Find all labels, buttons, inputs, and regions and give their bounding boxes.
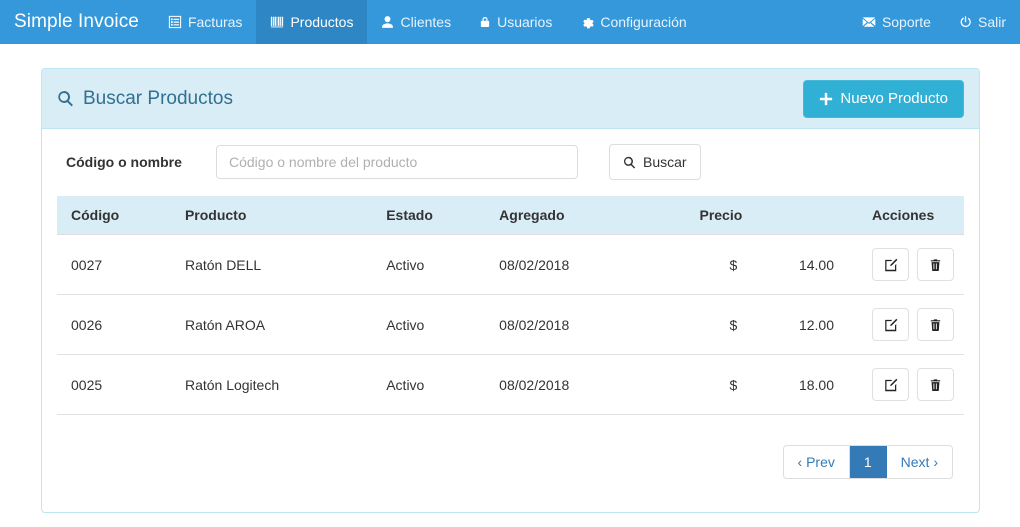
envelope-icon [862, 16, 876, 28]
price-value: 18.00 [798, 376, 834, 393]
nav-item-soporte[interactable]: Soporte [848, 0, 945, 44]
cell-agregado: 08/02/2018 [491, 294, 692, 355]
cell-estado: Activo [386, 256, 425, 273]
edit-button[interactable] [872, 248, 909, 281]
edit-button[interactable] [872, 368, 909, 401]
column-header-estado: Estado [378, 196, 492, 235]
nav-item-label: Soporte [881, 14, 931, 30]
nav-item-label: Configuración [600, 14, 687, 30]
cell-codigo: 0027 [71, 256, 103, 273]
trash-icon [929, 318, 942, 332]
list-alt-icon [168, 15, 182, 29]
pencil-square-icon [884, 318, 898, 332]
pagination-wrap: ‹ Prev 1 Next › [57, 415, 964, 479]
table-header: Código Producto Estado Agregado Precio A… [57, 196, 964, 235]
nav-item-label: Salir [977, 14, 1006, 30]
search-icon [57, 90, 74, 107]
delete-button[interactable] [917, 308, 954, 341]
cell-agregado: 08/02/2018 [491, 354, 692, 415]
nav-item-clientes[interactable]: Clientes [367, 0, 465, 44]
products-panel: Buscar Productos Nuevo Producto Código o… [41, 68, 980, 513]
trash-icon [929, 258, 942, 272]
page-container: Buscar Productos Nuevo Producto Código o… [0, 44, 1020, 527]
search-label: Código o nombre [66, 154, 182, 170]
search-button-wrap: Buscar [609, 144, 701, 180]
search-input[interactable] [216, 145, 578, 179]
cell-acciones [864, 294, 964, 355]
new-product-button[interactable]: Nuevo Producto [803, 79, 964, 118]
trash-icon [929, 378, 942, 392]
nav-item-usuarios[interactable]: Usuarios [465, 0, 566, 44]
cell-codigo: 0025 [57, 354, 177, 415]
panel-body: Código o nombre Buscar Código Pr [42, 129, 979, 494]
nav-item-label: Usuarios [497, 14, 553, 30]
nav-item-facturas[interactable]: Facturas [154, 0, 256, 44]
cell-agregado: 08/02/2018 [499, 256, 570, 273]
table-row: 0027 Ratón DELL Activo 08/02/2018 $ 14.0… [57, 235, 964, 295]
column-header-producto: Producto [176, 196, 379, 235]
cell-acciones [864, 235, 964, 295]
products-table: Código Producto Estado Agregado Precio A… [57, 196, 964, 415]
currency-symbol: $ [729, 316, 738, 333]
table-row: 0026 Ratón AROA Activo 08/02/2018 $ 12.0… [57, 294, 964, 355]
price-value: 14.00 [798, 256, 834, 273]
search-form: Código o nombre Buscar [57, 144, 964, 180]
primary-nav: Facturas Productos Clientes Usuarios Con [154, 0, 701, 44]
panel-heading: Buscar Productos Nuevo Producto [42, 69, 979, 129]
nav-item-label: Facturas [187, 14, 243, 30]
nav-item-configuracion[interactable]: Configuración [566, 0, 700, 44]
pencil-square-icon [884, 258, 898, 272]
table-row: 0025 Ratón Logitech Activo 08/02/2018 $ … [57, 354, 964, 415]
new-product-label: Nuevo Producto [840, 90, 948, 107]
user-icon [381, 15, 394, 29]
edit-button[interactable] [872, 308, 909, 341]
secondary-nav: Soporte Salir [848, 0, 1020, 44]
power-off-icon [959, 15, 972, 29]
top-navbar: Simple Invoice Facturas Productos Client… [0, 0, 1020, 44]
delete-button[interactable] [917, 368, 954, 401]
price-value: 12.00 [798, 316, 834, 333]
table-body: 0027 Ratón DELL Activo 08/02/2018 $ 14.0… [57, 235, 964, 415]
pagination: ‹ Prev 1 Next › [782, 445, 953, 479]
gear-icon [580, 15, 594, 29]
panel-title-text: Buscar Productos [83, 87, 233, 109]
column-header-agregado: Agregado [491, 196, 692, 235]
nav-item-label: Clientes [400, 14, 452, 30]
nav-item-label: Productos [290, 14, 354, 30]
search-button[interactable]: Buscar [609, 144, 701, 180]
plus-icon [819, 92, 833, 106]
table-header-row: Código Producto Estado Agregado Precio A… [57, 196, 964, 235]
column-header-precio: Precio [691, 196, 864, 235]
pagination-page-1[interactable]: 1 [849, 446, 887, 478]
page-title: Buscar Productos [57, 88, 233, 110]
cell-producto: Ratón DELL [184, 256, 262, 273]
currency-symbol: $ [729, 376, 738, 393]
cell-precio: $ 14.00 [691, 235, 864, 295]
nav-item-salir[interactable]: Salir [945, 0, 1020, 44]
cell-precio: $ 18.00 [691, 354, 864, 415]
cell-estado: Activo [378, 354, 492, 415]
barcode-icon [270, 15, 284, 29]
pagination-prev[interactable]: ‹ Prev [783, 446, 850, 478]
lock-icon [479, 15, 491, 29]
cell-producto: Ratón Logitech [176, 354, 379, 415]
column-header-acciones: Acciones [864, 196, 964, 235]
pagination-next[interactable]: Next › [886, 446, 952, 478]
cell-producto: Ratón AROA [176, 294, 379, 355]
delete-button[interactable] [917, 248, 954, 281]
search-button-label: Buscar [643, 154, 687, 170]
pencil-square-icon [884, 378, 898, 392]
search-icon [623, 156, 636, 169]
cell-codigo: 0026 [57, 294, 177, 355]
app-brand[interactable]: Simple Invoice [0, 0, 154, 44]
column-header-codigo: Código [57, 196, 177, 235]
nav-item-productos[interactable]: Productos [256, 0, 368, 44]
cell-precio: $ 12.00 [691, 294, 864, 355]
cell-estado: Activo [378, 294, 492, 355]
cell-acciones [864, 354, 964, 415]
currency-symbol: $ [729, 256, 738, 273]
